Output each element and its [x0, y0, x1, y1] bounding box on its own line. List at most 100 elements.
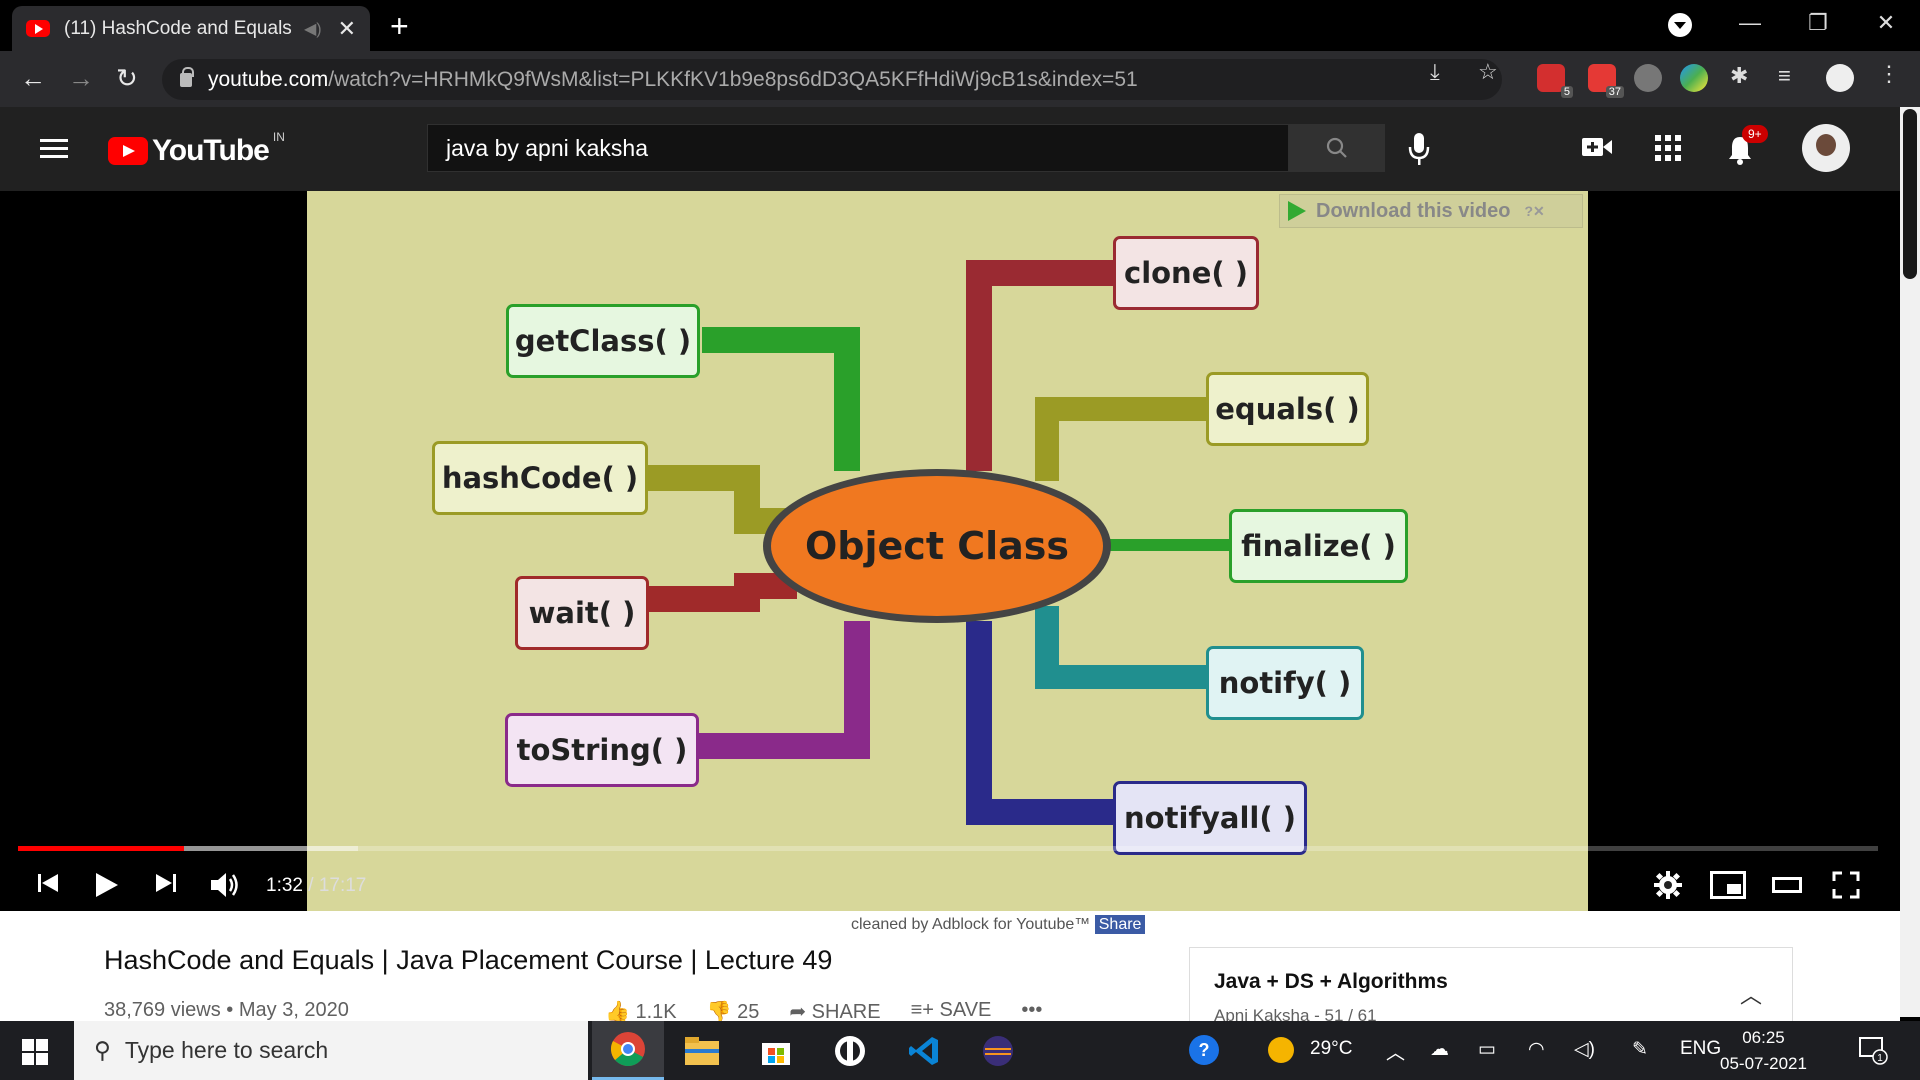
help-tips-icon[interactable]: ? — [1188, 1034, 1220, 1072]
apps-grid-icon[interactable] — [1655, 135, 1681, 166]
browser-tab-active[interactable]: (11) HashCode and Equals | J ◀) ✕ — [12, 6, 370, 51]
window-controls: — ❐ ✕ — [1716, 0, 1920, 45]
action-center-icon[interactable]: 1 — [1858, 1035, 1888, 1071]
battery-icon[interactable]: ▭ — [1478, 1038, 1496, 1061]
adblock-notice: cleaned by Adblock for Youtube™ Share — [851, 915, 1146, 934]
save-playlist-icon: ≡+ — [910, 999, 934, 1021]
forward-button[interactable]: → — [68, 63, 94, 94]
search-button[interactable] — [1289, 124, 1385, 172]
red-extension-icon[interactable]: 37 — [1588, 64, 1624, 98]
play-button[interactable] — [94, 871, 120, 904]
views-and-date: 38,769 views • May 3, 2020 — [104, 999, 349, 1021]
weather-sun-icon[interactable] — [1266, 1035, 1296, 1071]
player-controls: 1:32 / 17:17 — [0, 861, 1900, 911]
youtube-favicon-icon — [26, 20, 50, 37]
notification-count-badge: 9+ — [1742, 125, 1768, 143]
address-bar[interactable]: youtube.com/watch?v=HRHMkQ9fWsM&list=PLK… — [162, 59, 1502, 100]
windows-taskbar: ⚲ Type here to search ? 29°C ︿ ☁ ▭ ◠ ◁) … — [0, 1021, 1920, 1080]
language-indicator[interactable]: ENG — [1680, 1038, 1721, 1060]
colorful-extension-icon[interactable] — [1680, 64, 1708, 92]
node-equals: equals( ) — [1206, 372, 1369, 446]
microsoft-store-icon[interactable] — [740, 1021, 812, 1080]
country-code: IN — [272, 130, 285, 144]
video-player[interactable]: Object Class getClass( ) hashCode( ) wai… — [0, 191, 1900, 911]
next-video-button[interactable] — [154, 871, 178, 900]
video-info-area: cleaned by Adblock for Youtube™ Share Ha… — [0, 911, 1900, 1047]
close-window-button[interactable]: ✕ — [1852, 10, 1920, 36]
volume-icon[interactable] — [209, 871, 241, 904]
scrollbar-thumb[interactable] — [1903, 109, 1917, 279]
youtube-header: YouTube IN java by apni kaksha 9+ — [0, 107, 1900, 191]
youtube-logo[interactable]: YouTube IN — [108, 130, 285, 168]
search-icon: ⚲ — [94, 1037, 111, 1063]
taskbar-search-box[interactable]: ⚲ Type here to search — [74, 1021, 588, 1080]
svg-text:1: 1 — [1877, 1053, 1883, 1064]
file-explorer-icon[interactable] — [666, 1021, 738, 1080]
restore-button[interactable]: ❐ — [1784, 10, 1852, 36]
tab-title: (11) HashCode and Equals | J — [64, 17, 294, 39]
onedrive-cloud-icon[interactable]: ☁ — [1430, 1038, 1449, 1061]
speaker-volume-icon[interactable]: ◁) — [1574, 1038, 1595, 1061]
profile-avatar-icon[interactable] — [1826, 64, 1854, 92]
banner-help-close-icon[interactable]: ?✕ — [1524, 203, 1544, 220]
chevron-up-tray-icon[interactable]: ︿ — [1386, 1038, 1405, 1065]
tab-search-dropdown-icon[interactable] — [1668, 13, 1692, 37]
video-title: HashCode and Equals | Java Placement Cou… — [104, 945, 833, 975]
thumbs-up-icon: 👍 — [605, 1001, 630, 1023]
vscode-icon[interactable] — [888, 1021, 960, 1080]
create-video-icon[interactable] — [1582, 135, 1612, 164]
pen-icon[interactable]: ✎ — [1632, 1038, 1648, 1061]
clock-time: 06:25 — [1742, 1028, 1785, 1047]
svg-text:?: ? — [1199, 1040, 1210, 1060]
chrome-taskbar-icon[interactable] — [592, 1021, 664, 1080]
played-bar — [18, 846, 184, 851]
adblock-plus-extension-icon[interactable]: 5 — [1537, 64, 1573, 98]
node-tostring: toString( ) — [505, 713, 699, 787]
time-display: 1:32 / 17:17 — [266, 875, 367, 896]
tab-strip: (11) HashCode and Equals | J ◀) ✕ + — ❐ … — [0, 0, 1920, 51]
thumbs-down-icon: 👎 — [706, 1001, 732, 1023]
eclipse-like-app-icon[interactable] — [814, 1021, 886, 1080]
system-clock[interactable]: 06:25 05-07-2021 — [1720, 1025, 1807, 1077]
minimize-button[interactable]: — — [1716, 10, 1784, 36]
node-wait: wait( ) — [515, 576, 649, 650]
taskbar-search-placeholder: Type here to search — [124, 1037, 329, 1063]
progress-bar[interactable] — [18, 846, 1878, 851]
node-notify: notify( ) — [1206, 646, 1364, 720]
windows-start-icon[interactable] — [22, 1039, 48, 1065]
user-avatar[interactable] — [1802, 124, 1850, 172]
video-frame[interactable]: Object Class getClass( ) hashCode( ) wai… — [307, 191, 1588, 911]
download-video-banner[interactable]: Download this video ?✕ — [1279, 194, 1583, 228]
clock-date: 05-07-2021 — [1720, 1054, 1807, 1073]
eclipse-ide-icon[interactable] — [962, 1021, 1034, 1080]
chevron-up-icon[interactable]: ︿ — [1740, 978, 1762, 1010]
search-icon — [1326, 137, 1347, 158]
previous-video-button[interactable] — [36, 871, 60, 900]
back-button[interactable]: ← — [20, 63, 46, 94]
youtube-wordmark: YouTube — [152, 134, 270, 167]
chrome-menu-icon[interactable]: ⋮ — [1878, 61, 1902, 87]
settings-gear-icon[interactable] — [1654, 871, 1682, 904]
adblock-share-link[interactable]: Share — [1094, 915, 1146, 934]
hamburger-menu-icon[interactable] — [40, 139, 68, 159]
miniplayer-icon[interactable] — [1710, 871, 1746, 904]
wifi-icon[interactable]: ◠ — [1528, 1038, 1545, 1061]
node-getclass: getClass( ) — [506, 304, 700, 378]
theater-mode-icon[interactable] — [1772, 871, 1802, 904]
fullscreen-icon[interactable] — [1832, 871, 1860, 904]
weather-temp[interactable]: 29°C — [1310, 1038, 1352, 1060]
center-node-object-class: Object Class — [804, 524, 1069, 568]
node-hashcode: hashCode( ) — [432, 441, 648, 515]
tab-close-icon[interactable]: ✕ — [338, 16, 356, 42]
page-scrollbar[interactable] — [1900, 107, 1920, 1017]
lock-icon[interactable] — [180, 66, 194, 87]
voice-search-mic-icon[interactable] — [1408, 133, 1430, 170]
new-tab-button[interactable]: + — [390, 8, 409, 45]
download-play-icon — [1288, 201, 1306, 221]
reload-button[interactable]: ↻ — [116, 63, 138, 94]
playlist-title[interactable]: Java + DS + Algorithms — [1214, 970, 1768, 994]
tab-audio-icon[interactable]: ◀) — [304, 19, 322, 39]
search-input[interactable]: java by apni kaksha — [427, 124, 1289, 172]
node-notifyall: notifyall( ) — [1113, 781, 1307, 855]
cloud-extension-icon[interactable] — [1634, 64, 1662, 92]
